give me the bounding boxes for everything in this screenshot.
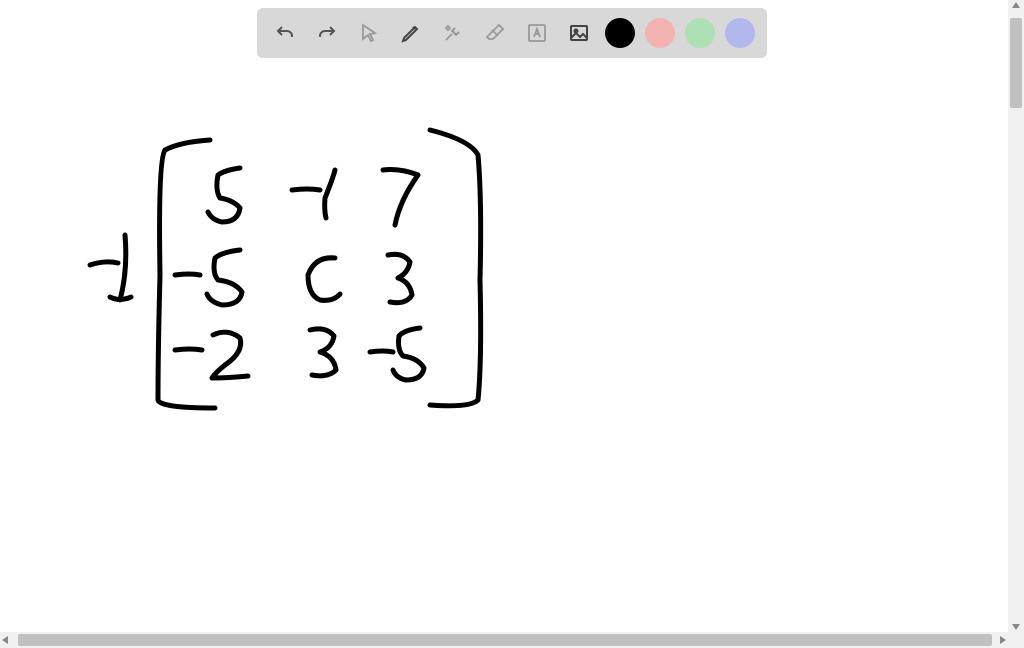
vertical-scrollbar[interactable] (1008, 0, 1024, 632)
color-green[interactable] (685, 18, 715, 48)
eraser-button[interactable] (479, 17, 511, 49)
scroll-corner (1008, 632, 1024, 648)
canvas-area[interactable] (0, 0, 1008, 632)
pointer-button[interactable] (353, 17, 385, 49)
undo-button[interactable] (269, 17, 301, 49)
image-button[interactable] (563, 17, 595, 49)
text-button[interactable] (521, 17, 553, 49)
handwritten-drawing (0, 0, 1008, 632)
horizontal-scrollbar[interactable] (0, 632, 1008, 648)
color-pink[interactable] (645, 18, 675, 48)
tools-button[interactable] (437, 17, 469, 49)
color-black[interactable] (605, 18, 635, 48)
pencil-button[interactable] (395, 17, 427, 49)
scroll-left-arrow-icon[interactable] (2, 636, 8, 644)
color-blue[interactable] (725, 18, 755, 48)
vertical-scroll-thumb[interactable] (1010, 18, 1022, 108)
scroll-down-arrow-icon[interactable] (1012, 624, 1020, 630)
drawing-toolbar (257, 8, 767, 58)
scroll-up-arrow-icon[interactable] (1012, 2, 1020, 8)
scroll-right-arrow-icon[interactable] (1000, 636, 1006, 644)
redo-button[interactable] (311, 17, 343, 49)
horizontal-scroll-thumb[interactable] (18, 634, 992, 646)
